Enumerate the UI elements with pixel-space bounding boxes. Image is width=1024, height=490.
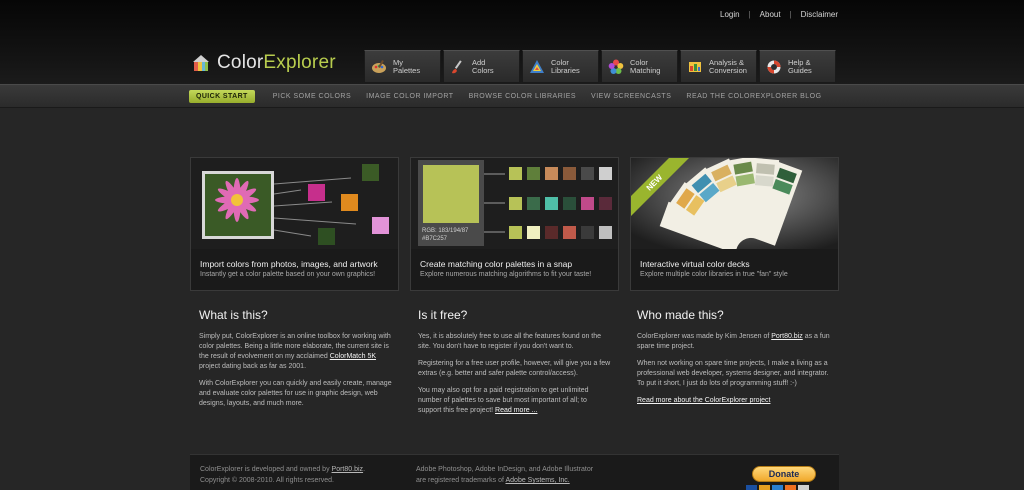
column-what-is-this: What is this? Simply put, ColorExplorer …	[199, 308, 393, 423]
feature-title: Interactive virtual color decks	[640, 259, 750, 269]
swatch-rgb-label: RGB: 183/194/87	[422, 228, 469, 234]
discover-card-icon	[785, 485, 796, 490]
column-paragraph: Read more about the ColorExplorer projec…	[637, 396, 831, 406]
adobe-link[interactable]: Adobe Systems, Inc.	[506, 477, 570, 484]
paragraph-text: ColorExplorer was made by Kim Jensen of	[637, 333, 772, 340]
footer-text: .	[363, 466, 366, 473]
footer-trademarks: Adobe Photoshop, Adobe InDesign, and Ado…	[416, 464, 593, 486]
footer-text: Adobe Photoshop, Adobe InDesign, and Ado…	[416, 466, 594, 473]
login-link[interactable]: Login	[720, 10, 740, 19]
copyright-text: Copyright © 2008-2010. All rights reserv…	[200, 477, 334, 484]
sub-nav: QUICK START PICK SOME COLORS IMAGE COLOR…	[189, 88, 837, 104]
nav-tab-add-colors[interactable]: Add Colors	[443, 50, 520, 83]
subnav-link-screencasts[interactable]: VIEW SCREENCASTS	[591, 93, 671, 100]
nav-tab-label: Color Libraries	[551, 57, 580, 75]
mastercard-icon	[759, 485, 770, 490]
utility-nav: Login | About | Disclaimer	[720, 10, 838, 19]
site-logo[interactable]: ColorExplorer	[191, 52, 336, 74]
column-paragraph: ColorExplorer was made by Kim Jensen of …	[637, 332, 831, 352]
visa-card-icon	[746, 485, 757, 490]
feature-color-decks[interactable]: NEW Interactive virtual color decks Expl…	[630, 157, 839, 291]
amex-card-icon	[772, 485, 783, 490]
nav-tab-my-palettes[interactable]: My Palettes	[364, 50, 441, 83]
logo-house-icon	[193, 55, 209, 71]
nav-tab-label: My Palettes	[393, 57, 421, 75]
about-link[interactable]: About	[760, 10, 781, 19]
read-more-link[interactable]: Read more ...	[495, 407, 537, 414]
column-heading: Who made this?	[637, 308, 724, 322]
feature-boxes: Import colors from photos, images, and a…	[190, 157, 839, 291]
nav-tab-label: Analysis & Conversion	[709, 57, 747, 75]
feature-title: Import colors from photos, images, and a…	[200, 259, 378, 269]
footer-ownership: ColorExplorer is developed and owned by …	[200, 464, 365, 486]
logo-word-color: Color	[217, 52, 264, 73]
column-paragraph: Yes, it is absolutely free to use all th…	[418, 333, 602, 350]
separator: |	[789, 10, 792, 19]
read-more-project-link[interactable]: Read more about the ColorExplorer projec…	[637, 397, 770, 404]
feature-image-import[interactable]: Import colors from photos, images, and a…	[190, 157, 399, 291]
column-is-it-free: Is it free? Yes, it is absolutely free t…	[418, 308, 612, 423]
logo-text: ColorExplorer	[217, 52, 336, 74]
footer-text: ColorExplorer is developed and owned by	[200, 466, 332, 473]
footer-port80-link[interactable]: Port80.biz	[332, 466, 364, 473]
lifebuoy-icon	[767, 60, 781, 73]
subnav-link-browse-libraries[interactable]: BROWSE COLOR LIBRARIES	[469, 93, 576, 100]
port80-link[interactable]: Port80.biz	[771, 333, 803, 340]
feature-subtitle: Explore multiple color libraries in true…	[640, 271, 788, 278]
color-library-icon	[530, 59, 544, 73]
column-who-made-this: Who made this? ColorExplorer was made by…	[637, 308, 831, 423]
feature-color-matching[interactable]: RGB: 183/194/87 #B7C257 Create matching …	[410, 157, 619, 291]
quick-start-button[interactable]: QUICK START	[189, 89, 255, 103]
color-wheel-icon	[608, 59, 624, 74]
flower-import-illustration	[191, 158, 398, 249]
footer-text: are registered trademarks of	[416, 477, 506, 484]
palette-icon	[372, 59, 386, 73]
nav-tab-label: Color Matching	[630, 57, 661, 75]
info-columns: What is this? Simply put, ColorExplorer …	[199, 308, 831, 423]
subnav-link-blog[interactable]: READ THE COLOREXPLORER BLOG	[686, 93, 821, 100]
nav-tab-label: Help & Guides	[788, 57, 812, 75]
column-paragraph: You may also opt for a paid registration…	[418, 386, 612, 416]
column-paragraph: Simply put, ColorExplorer is an online t…	[199, 332, 393, 372]
column-heading: What is this?	[199, 308, 268, 322]
nav-tab-help-guides[interactable]: Help & Guides	[759, 50, 836, 83]
column-paragraph: Registering for a free user profile, how…	[418, 360, 611, 377]
column-heading: Is it free?	[418, 308, 468, 322]
subnav-link-pick-colors[interactable]: PICK SOME COLORS	[273, 93, 351, 100]
nav-tab-label: Add Colors	[472, 57, 494, 75]
disclaimer-link[interactable]: Disclaimer	[801, 10, 838, 19]
main-nav: My Palettes Add Colors Color Libraries C…	[364, 50, 838, 83]
colormatch-link[interactable]: ColorMatch 5K	[330, 353, 376, 360]
nav-tab-color-matching[interactable]: Color Matching	[601, 50, 678, 83]
payment-cards	[746, 485, 811, 490]
analysis-icon	[689, 61, 701, 72]
matching-palettes-illustration: RGB: 183/194/87 #B7C257	[411, 158, 618, 249]
feature-color-decks-art: NEW	[631, 158, 838, 249]
swatch-hex-label: #B7C257	[422, 236, 448, 242]
paragraph-text: project dating back as far as 2001.	[199, 363, 307, 370]
separator: |	[748, 10, 751, 19]
feature-subtitle: Instantly get a color palette based on y…	[200, 271, 376, 278]
bank-card-icon	[798, 485, 809, 490]
column-paragraph: With ColorExplorer you can quickly and e…	[199, 380, 392, 407]
brush-icon	[452, 59, 462, 73]
feature-color-matching-art: RGB: 183/194/87 #B7C257	[411, 158, 618, 249]
nav-tab-analysis-conversion[interactable]: Analysis & Conversion	[680, 50, 757, 83]
feature-subtitle: Explore numerous matching algorithms to …	[420, 271, 592, 278]
feature-image-import-art	[191, 158, 398, 249]
nav-tab-color-libraries[interactable]: Color Libraries	[522, 50, 599, 83]
column-paragraph: When not working on spare time projects,…	[637, 360, 829, 387]
subnav-link-image-import[interactable]: IMAGE COLOR IMPORT	[366, 93, 453, 100]
feature-title: Create matching color palettes in a snap	[420, 259, 573, 269]
color-fan-deck-illustration: NEW	[631, 158, 838, 249]
logo-word-explorer: Explorer	[263, 52, 336, 73]
footer: ColorExplorer is developed and owned by …	[190, 454, 839, 490]
donate-button[interactable]: Donate	[752, 466, 816, 482]
